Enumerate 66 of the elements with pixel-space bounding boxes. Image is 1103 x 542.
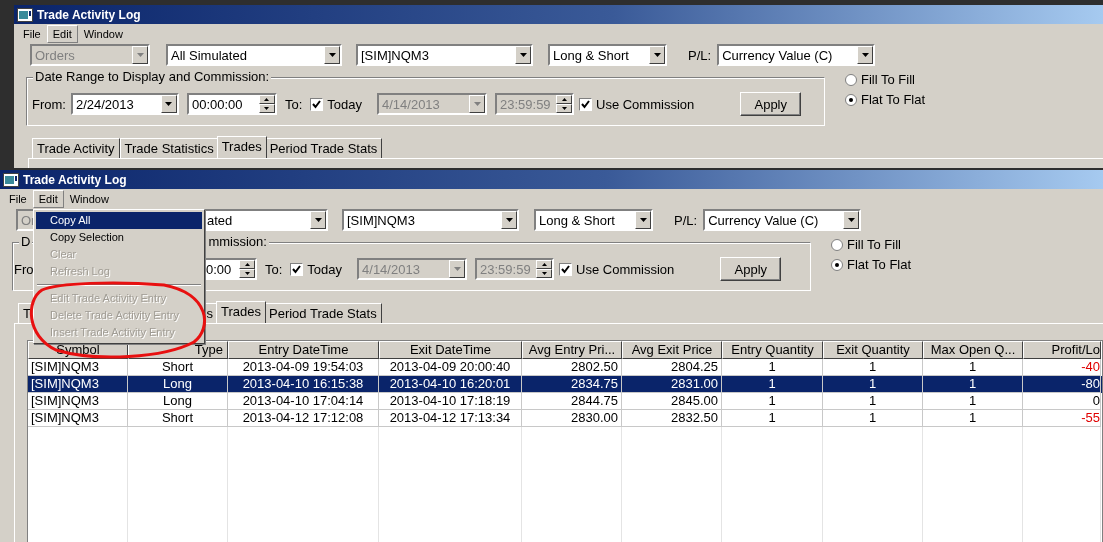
radio-label: Flat To Flat: [847, 257, 912, 272]
menu-item[interactable]: File: [3, 190, 33, 208]
time-field[interactable]: 00:00:00: [186, 93, 277, 115]
group-title: Date Range to Display and Commission:: [33, 69, 272, 84]
dropdown[interactable]: [SIM]NQM3: [356, 44, 533, 66]
date-picker[interactable]: 2/24/2013: [70, 93, 179, 115]
menu-item[interactable]: Window: [63, 190, 115, 208]
table-cell: 1: [823, 410, 923, 427]
window-title: Trade Activity Log: [23, 172, 127, 187]
menu-item[interactable]: Window: [77, 25, 129, 43]
menu-item[interactable]: Edit: [46, 25, 78, 43]
dropdown[interactable]: Long & Short: [548, 44, 667, 66]
dropdown[interactable]: Long & Short: [534, 209, 653, 231]
pl-label: P/L:: [688, 47, 712, 63]
apply-button[interactable]: Apply: [720, 257, 782, 281]
table-row[interactable]: [SIM]NQM3 Long 2013-04-10 17:04:14 2013-04-10 17:18:19 2844.75 2845.00 1 1 1 0: [28, 393, 1102, 410]
today-checkbox[interactable]: Today: [310, 96, 362, 112]
column-header[interactable]: Entry DateTime: [228, 341, 379, 359]
group-title: D: [19, 234, 33, 249]
tab[interactable]: Trade Activity: [32, 138, 120, 158]
radio-label: Fill To Fill: [847, 237, 901, 252]
commission-checkbox[interactable]: Use Commission: [559, 261, 675, 277]
table-cell: 2830.00: [522, 410, 622, 427]
dropdown[interactable]: Currency Value (C): [717, 44, 876, 66]
tab[interactable]: Trades: [216, 301, 266, 323]
column-header[interactable]: Avg Exit Price: [622, 341, 722, 359]
column-header[interactable]: Max Open Q...: [923, 341, 1023, 359]
radio-label: Flat To Flat: [861, 92, 926, 107]
table-row[interactable]: [SIM]NQM3 Long 2013-04-10 16:15:38 2013-04-10 16:20:01 2834.75 2831.00 1 1 1 -80: [28, 376, 1102, 393]
dropdown[interactable]: All Simulated: [166, 44, 342, 66]
table-cell: [SIM]NQM3: [28, 410, 128, 427]
table-cell: Short: [128, 410, 228, 427]
commission-checkbox[interactable]: Use Commission: [579, 96, 695, 112]
today-checkbox[interactable]: Today: [290, 261, 343, 277]
to-label: To:: [284, 96, 303, 112]
group-title: mmission:: [206, 234, 269, 249]
table-row[interactable]: [SIM]NQM3 Short 2013-04-09 19:54:03 2013-04-09 20:00:40 2802.50 2804.25 1 1 1 -40: [28, 359, 1102, 376]
column-header[interactable]: Exit Quantity: [823, 341, 923, 359]
column-header[interactable]: Profit/Lo: [1023, 341, 1101, 359]
window-title: Trade Activity Log: [37, 7, 141, 22]
menu-item[interactable]: Copy All: [36, 212, 202, 229]
apply-button[interactable]: Apply: [740, 92, 802, 116]
table-cell: 1: [722, 410, 823, 427]
menu-item[interactable]: Copy Selection: [36, 229, 202, 246]
dropdown[interactable]: [SIM]NQM3: [342, 209, 519, 231]
table-row[interactable]: [SIM]NQM3 Short 2013-04-12 17:12:08 2013-04-12 17:13:34 2830.00 2832.50 1 1 1 -55: [28, 410, 1102, 427]
from-label: Fro: [14, 261, 35, 277]
to-label: To:: [265, 261, 283, 277]
table-cell: 2013-04-12 17:12:08: [228, 410, 379, 427]
tab[interactable]: Period Trade Stats: [264, 138, 383, 158]
menu-item[interactable]: File: [17, 25, 47, 43]
tab[interactable]: Period Trade Stats: [264, 303, 382, 323]
pl-label: P/L:: [674, 212, 698, 228]
menu-item[interactable]: Edit: [32, 190, 64, 208]
column-header[interactable]: Avg Entry Pri...: [522, 341, 622, 359]
from-label: From:: [32, 96, 66, 112]
table-cell: -55: [1023, 410, 1101, 427]
table-cell: 1: [923, 410, 1023, 427]
table-cell: 2832.50: [622, 410, 722, 427]
column-header[interactable]: Exit DateTime: [379, 341, 522, 359]
column-header[interactable]: Entry Quantity: [722, 341, 823, 359]
dropdown[interactable]: Currency Value (C): [703, 209, 862, 231]
tab[interactable]: Trades: [216, 136, 267, 158]
tab[interactable]: Trade Statistics: [119, 138, 219, 158]
radio-label: Fill To Fill: [861, 72, 915, 87]
table-cell: 2013-04-12 17:13:34: [379, 410, 522, 427]
